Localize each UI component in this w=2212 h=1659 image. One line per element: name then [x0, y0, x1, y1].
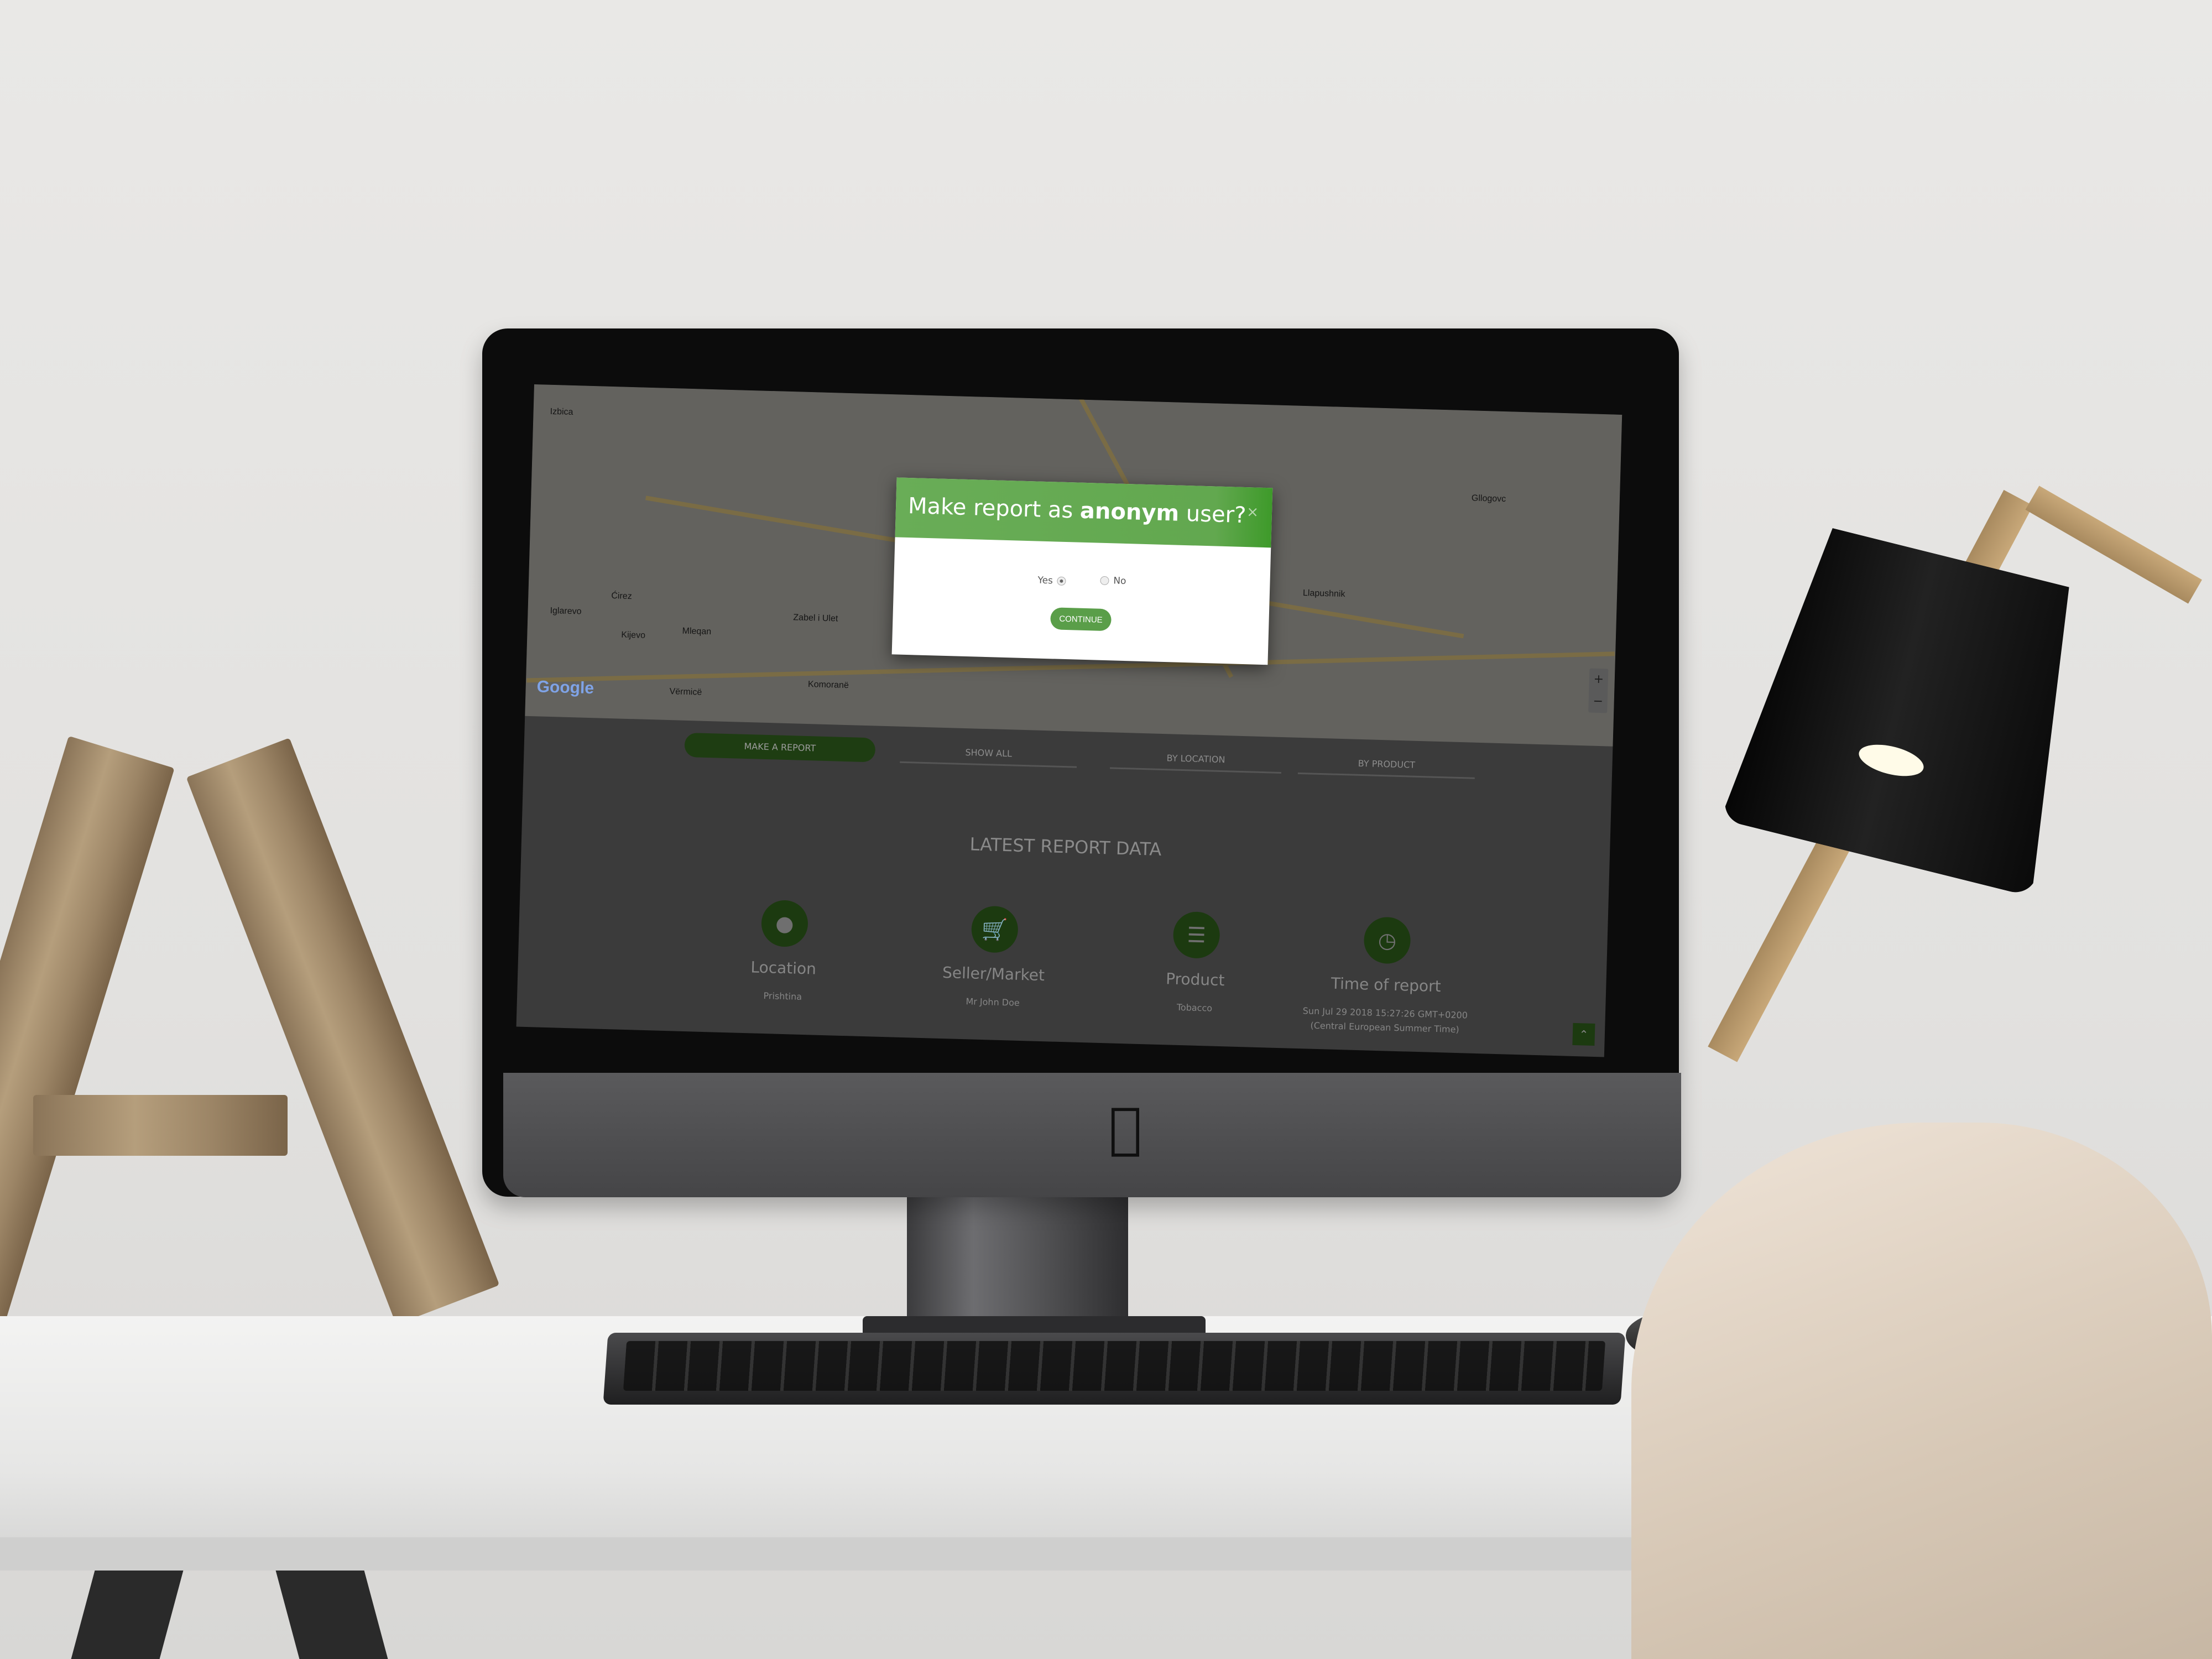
desk-leg	[275, 1571, 388, 1659]
column-label: Time of report	[1331, 974, 1442, 996]
close-icon[interactable]: ×	[1246, 504, 1259, 521]
map-label: Izbica	[550, 406, 573, 417]
map-label: Gllogovc	[1471, 493, 1506, 504]
radio-no-input[interactable]	[1100, 576, 1109, 586]
report-seller: 🛒 Seller/Market Mr John Doe	[910, 904, 1078, 1011]
map-label: Vërmicë	[669, 687, 702, 697]
imac-chin	[503, 1073, 1681, 1197]
map-zoom-controls[interactable]: + −	[1588, 668, 1609, 713]
radio-no[interactable]: No	[1100, 575, 1126, 587]
apple-logo-icon: 	[1100, 1100, 1150, 1156]
map-pin-icon: ●	[760, 899, 809, 948]
radio-no-label: No	[1113, 575, 1126, 587]
map-label: Komoranë	[807, 680, 849, 691]
map-label: Kijevo	[621, 630, 646, 640]
clock-icon: ◷	[1363, 916, 1411, 964]
column-value: Prishtina	[763, 990, 802, 1002]
wooden-letter-a-bar	[33, 1095, 288, 1156]
map-label: Ćirez	[611, 591, 632, 602]
wooden-letter-a-left	[0, 735, 175, 1329]
screen: Izbica Iglarevo Ćirez Kijevo Mleqan Komo…	[516, 384, 1623, 1057]
report-time: ◷ Time of report Sun Jul 29 2018 15:27:2…	[1291, 915, 1482, 1037]
modal-title-post: user?	[1186, 501, 1246, 529]
report-product: ☰ Product Tobacco	[1112, 910, 1280, 1018]
keyboard-keys	[623, 1341, 1606, 1391]
cart-icon: 🛒	[971, 905, 1019, 953]
scroll-to-top-button[interactable]: ⌃	[1572, 1022, 1595, 1046]
column-label: Seller/Market	[942, 963, 1045, 985]
modal-title-bold: anonym	[1079, 498, 1180, 526]
modal-title-pre: Make report as	[907, 493, 1073, 524]
anonym-report-modal: Make report as anonym user? × Yes No CON…	[891, 477, 1273, 665]
wooden-letter-a-right	[186, 738, 500, 1325]
radio-yes-label: Yes	[1037, 575, 1053, 587]
zoom-out-button[interactable]: −	[1588, 690, 1608, 713]
continue-button[interactable]: CONTINUE	[1050, 607, 1112, 632]
report-location: ● Location Prishtina	[700, 898, 868, 1006]
map-label: Mleqan	[682, 626, 712, 637]
radio-yes[interactable]: Yes	[1037, 575, 1067, 587]
column-label: Location	[750, 958, 817, 978]
radio-yes-input[interactable]	[1057, 576, 1067, 586]
google-logo: Google	[536, 677, 594, 698]
make-report-button[interactable]: MAKE A REPORT	[684, 732, 876, 763]
latest-report-title: LATEST REPORT DATA	[969, 833, 1162, 860]
column-label: Product	[1165, 969, 1225, 990]
column-value: Mr John Doe	[966, 996, 1020, 1008]
map-label: Llapushnik	[1302, 588, 1345, 599]
list-icon: ☰	[1172, 911, 1220, 959]
tab-by-location[interactable]: BY LOCATION	[1109, 744, 1282, 774]
map-label: Iglarevo	[550, 606, 582, 617]
map-label: Zabel i Ulet	[793, 613, 838, 624]
anonym-radio-group: Yes No	[894, 569, 1270, 592]
chair	[1631, 1123, 2212, 1659]
modal-header: Make report as anonym user? ×	[895, 477, 1273, 548]
column-value: Tobacco	[1176, 1001, 1213, 1014]
zoom-in-button[interactable]: +	[1589, 668, 1608, 691]
lamp-shade	[1720, 519, 2106, 897]
tab-by-product[interactable]: BY PRODUCT	[1297, 749, 1475, 779]
tab-show-all[interactable]: SHOW ALL	[900, 738, 1078, 768]
desk-leg	[71, 1571, 184, 1659]
